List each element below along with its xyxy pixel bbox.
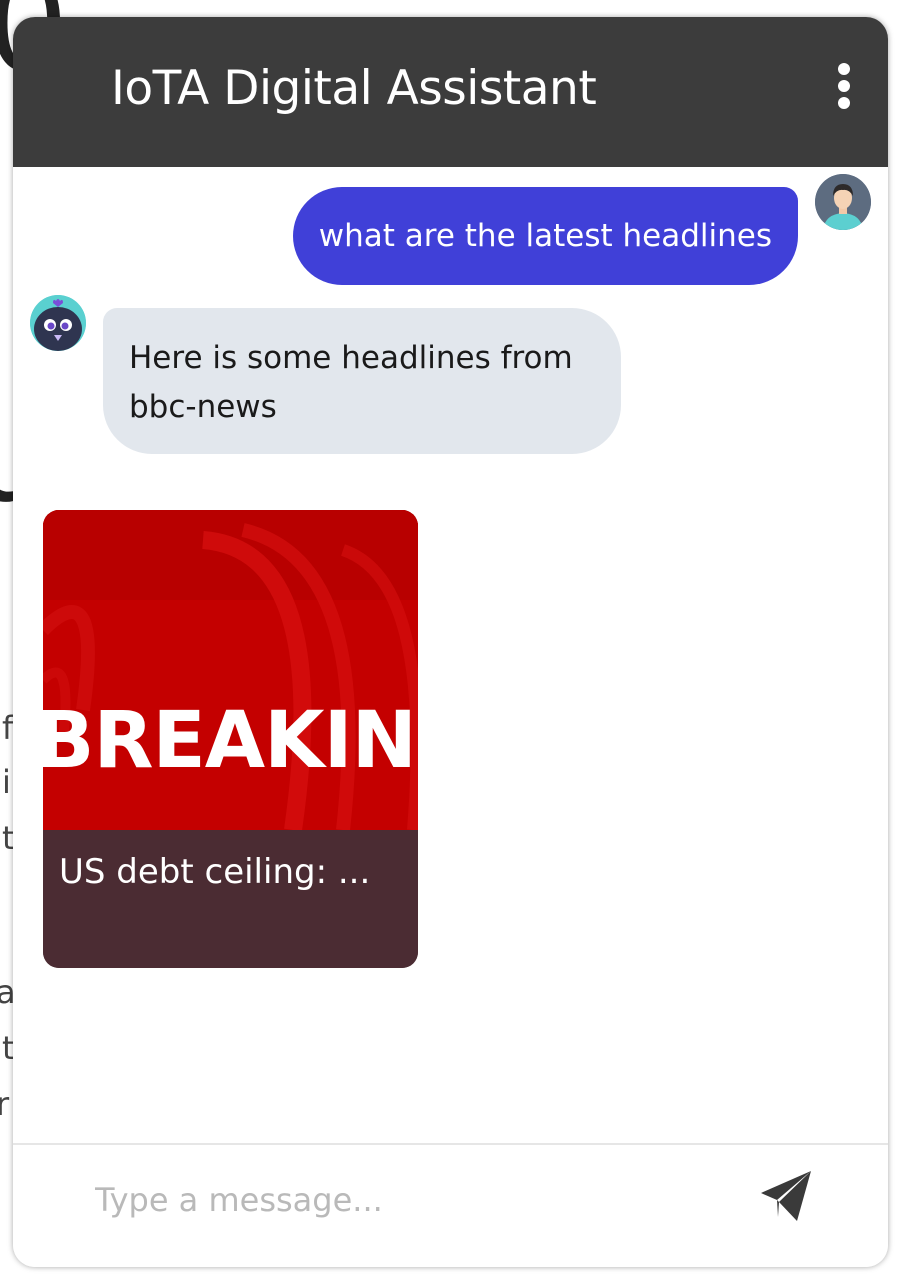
send-icon[interactable] (757, 1167, 815, 1225)
kebab-menu-icon[interactable] (834, 63, 854, 109)
chat-title: IoTA Digital Assistant (111, 61, 597, 116)
background-text-fragment: i (2, 763, 11, 801)
user-avatar-icon (815, 174, 871, 230)
message-list[interactable]: what are the latest headlines Here is so… (13, 167, 888, 1143)
user-message-bubble: what are the latest headlines (292, 187, 798, 285)
chat-header: IoTA Digital Assistant (13, 17, 888, 167)
message-composer (13, 1143, 888, 1267)
news-card-caption: US debt ceiling: ... (43, 830, 418, 968)
background-text-fragment: r (0, 1085, 10, 1123)
chat-widget: IoTA Digital Assistant what are the late… (13, 17, 888, 1267)
message-input[interactable] (83, 1173, 727, 1227)
news-card-image: BREAKING (43, 510, 418, 830)
bot-message-bubble: Here is some headlines from bbc-news (103, 308, 621, 454)
news-card[interactable]: BREAKING US debt ceiling: ... (43, 510, 418, 968)
bot-avatar-icon (30, 295, 86, 351)
background-text-fragment: f (2, 709, 14, 747)
news-card-image-text: BREAKING (43, 696, 418, 786)
news-card-title[interactable]: US debt ceiling: ... (59, 852, 370, 892)
